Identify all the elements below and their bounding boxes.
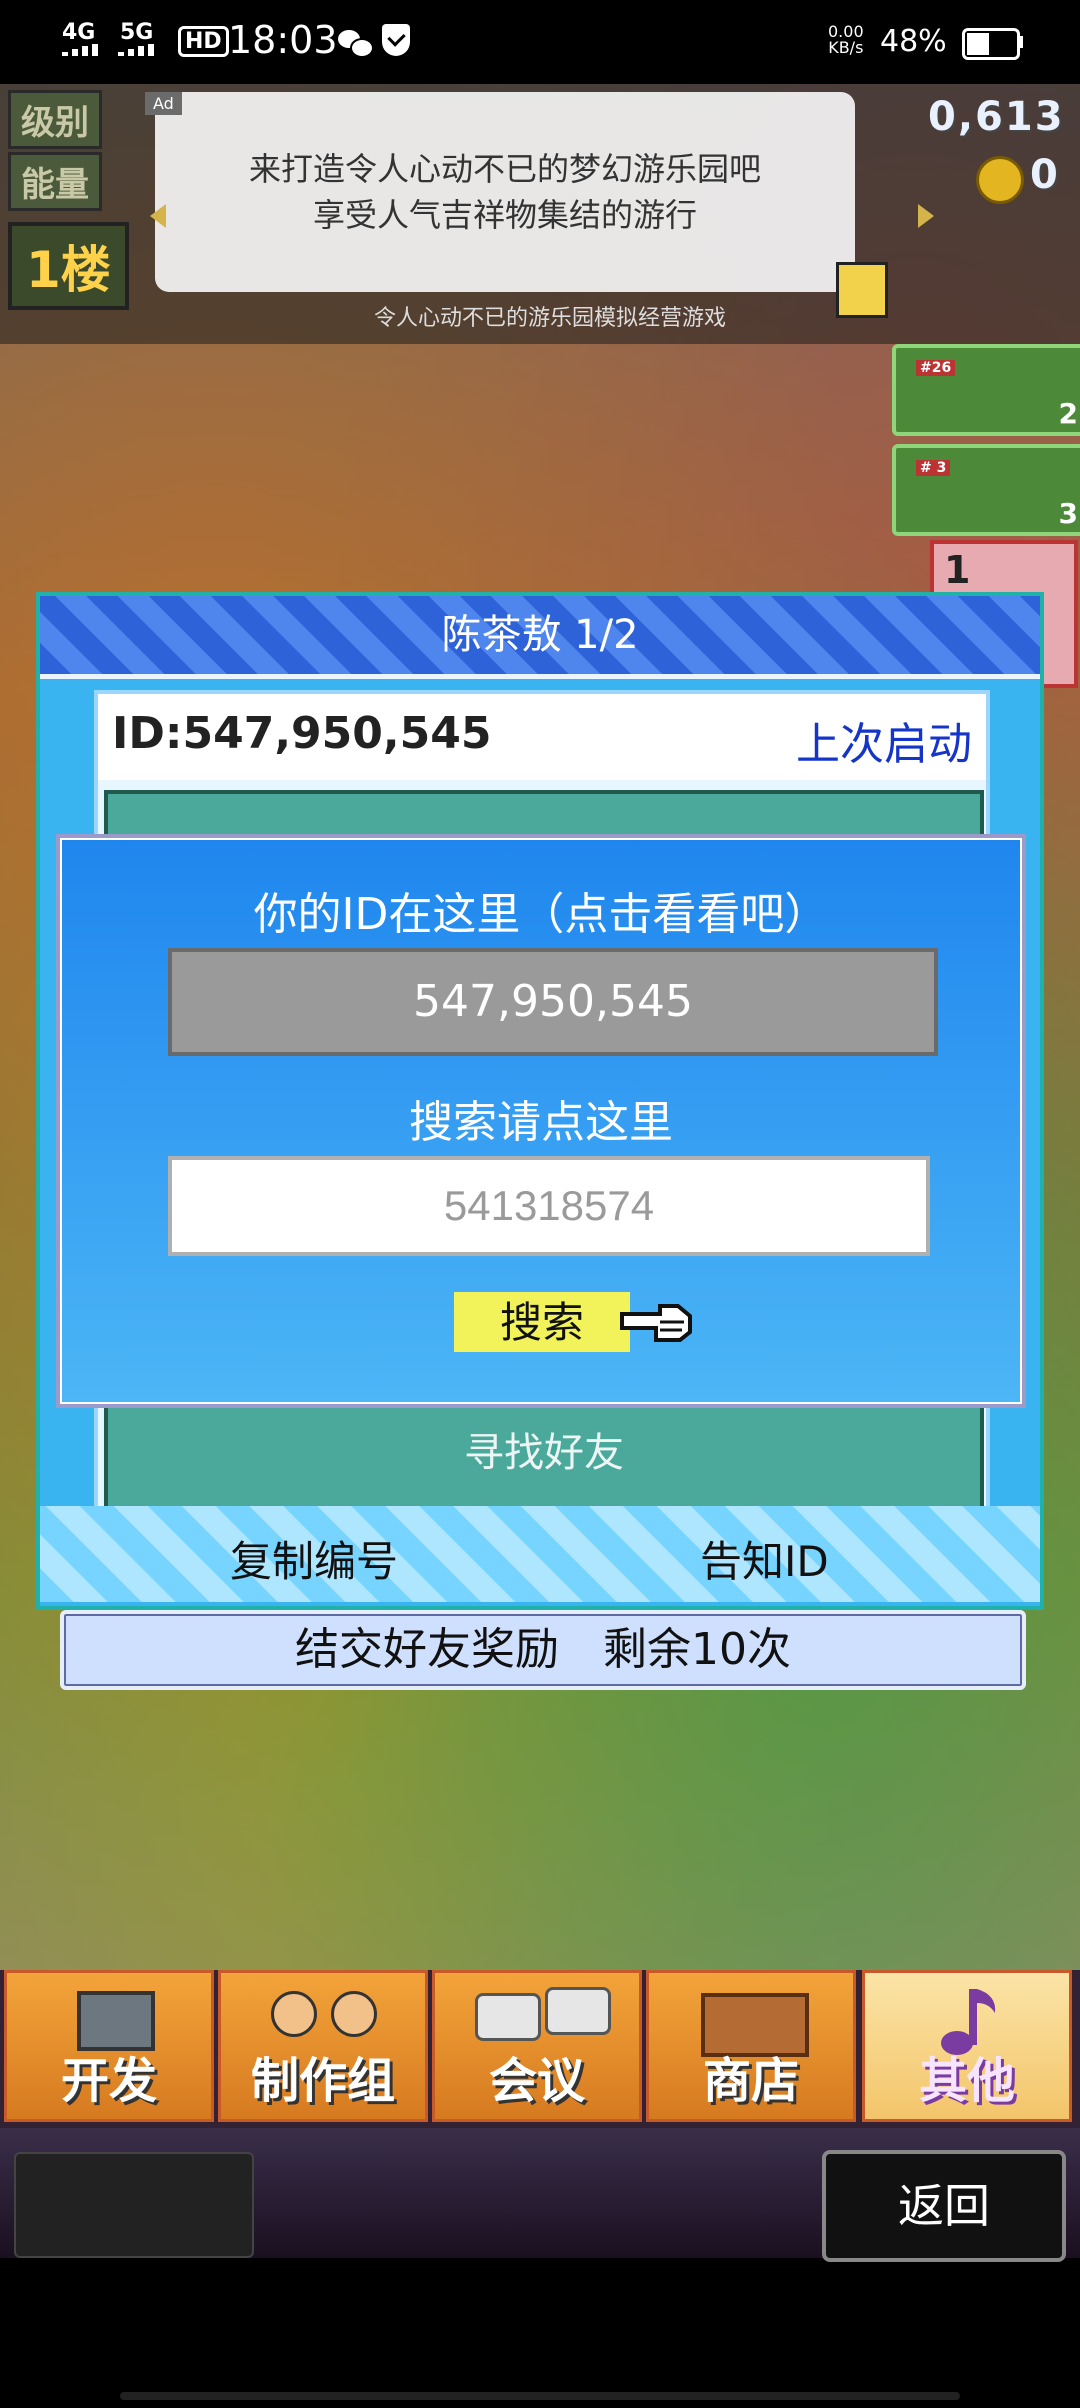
tab-label: 其他 xyxy=(918,2053,1015,2109)
search-button[interactable]: 搜索 xyxy=(454,1292,630,1352)
panel-title: 陈茶敖 1/2 xyxy=(40,596,1040,679)
battery-percent: 48% xyxy=(880,24,947,59)
chat-bubble-icon xyxy=(545,1987,611,2035)
tile-tag: #26 xyxy=(916,360,956,376)
tab-label: 开发 xyxy=(60,2053,157,2109)
ad-line-1: 来打造令人心动不已的梦幻游乐园吧 xyxy=(248,150,761,188)
tab-label: 商店 xyxy=(702,2053,799,2109)
wechat-icon xyxy=(338,26,374,58)
ad-prev-arrow-icon[interactable] xyxy=(150,204,166,228)
pointing-hand-icon xyxy=(620,1304,692,1342)
coin-icon xyxy=(976,156,1024,204)
left-slot xyxy=(14,2152,254,2258)
tile-count: 1 xyxy=(944,548,971,592)
tab-meeting[interactable]: 会议 xyxy=(432,1970,642,2122)
player-id: ID:547,950,545 xyxy=(112,708,492,759)
gesture-bar[interactable] xyxy=(120,2392,960,2400)
floor-label[interactable]: 1楼 xyxy=(8,222,129,310)
tab-label: 制作组 xyxy=(250,2053,395,2109)
copy-id-button[interactable]: 复制编号 xyxy=(230,1528,398,1589)
tile-count: 2 xyxy=(1058,397,1078,430)
ad-caption: 令人心动不已的游乐园模拟经营游戏 xyxy=(373,306,726,331)
ad-tag: Ad xyxy=(145,92,182,115)
battery-icon xyxy=(962,28,1020,60)
ad-banner[interactable]: Ad 来打造令人心动不已的梦幻游乐园吧 享受人气吉祥物集结的游行 xyxy=(145,92,855,292)
battery-tip xyxy=(1018,36,1023,48)
energy-label: 能量 xyxy=(8,152,102,211)
share-id-button[interactable]: 告知ID xyxy=(700,1528,829,1589)
level-label: 级别 xyxy=(8,90,102,149)
side-tile-1[interactable]: #26 2 xyxy=(892,344,1080,436)
friend-reward-bar: 结交好友奖励 剩余10次 xyxy=(60,1610,1026,1690)
person-icon xyxy=(331,1991,377,2037)
tab-label: 会议 xyxy=(488,2053,585,2109)
id-row: ID:547,950,545 上次启动 xyxy=(98,694,986,780)
chat-bubble-icon xyxy=(475,1993,541,2041)
status-bar: 4G 5G HD 18:03 0.00 KB/s 48% xyxy=(0,0,1080,84)
search-label: 搜索请点这里 xyxy=(409,1097,673,1148)
back-button[interactable]: 返回 xyxy=(822,2150,1066,2262)
tile-count: 3 xyxy=(1058,497,1078,530)
tab-team[interactable]: 制作组 xyxy=(218,1970,428,2122)
side-tile-2[interactable]: # 3 3 xyxy=(892,444,1080,536)
clock: 18:03 xyxy=(228,18,338,62)
shield-icon xyxy=(382,24,410,56)
person-icon xyxy=(271,1991,317,2037)
tab-shop[interactable]: 商店 xyxy=(646,1970,856,2122)
coin-count: 0 xyxy=(1030,152,1060,198)
net-speed: 0.00 KB/s xyxy=(828,22,864,57)
ad-line-2: 享受人气吉祥物集结的游行 xyxy=(312,196,697,234)
popup-title: 你的ID在这里（点击看看吧） xyxy=(253,889,829,940)
signal-bars-icon xyxy=(118,44,164,56)
mascot-icon xyxy=(836,262,888,318)
tab-other[interactable]: 其他 xyxy=(862,1970,1072,2122)
id-search-popup: 你的ID在这里（点击看看吧） 547,950,545 搜索请点这里 搜索 xyxy=(56,834,1026,1408)
bottom-tab-bar: 开发 制作组 会议 商店 其他 xyxy=(0,1970,1080,2128)
your-id-field[interactable]: 547,950,545 xyxy=(168,948,938,1056)
signal-4g-label: 4G xyxy=(62,20,96,45)
find-friend-label: 寻找好友 xyxy=(464,1430,624,1476)
search-id-input[interactable] xyxy=(168,1156,930,1256)
tab-develop[interactable]: 开发 xyxy=(4,1970,214,2122)
signal-5g-label: 5G xyxy=(120,20,154,45)
ad-next-arrow-icon[interactable] xyxy=(918,204,934,228)
last-launch-link[interactable]: 上次启动 xyxy=(796,708,972,772)
counter-value: 0,613 xyxy=(928,94,1065,140)
panel-footer: 复制编号 告知ID xyxy=(40,1506,1040,1602)
signal-bars-icon xyxy=(62,44,108,56)
hd-badge: HD xyxy=(178,26,229,57)
tile-tag: # 3 xyxy=(916,460,951,476)
